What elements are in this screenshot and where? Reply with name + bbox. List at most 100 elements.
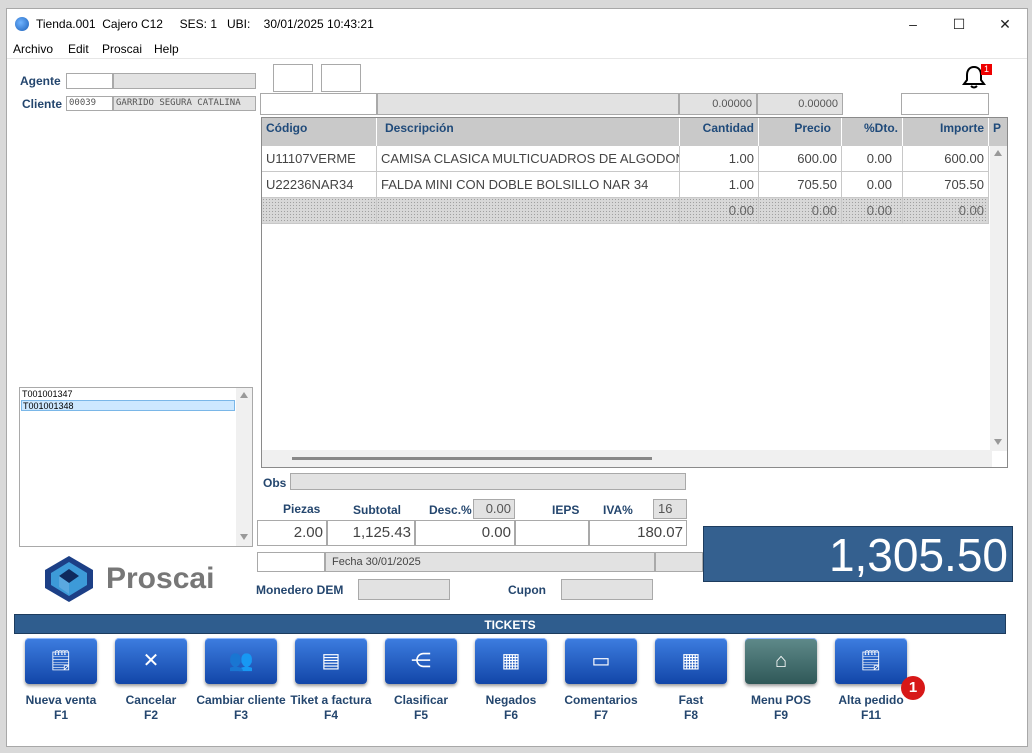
cancelar-button[interactable]: ✕ [115,638,187,684]
menu-proscai[interactable]: Proscai [102,42,142,56]
nueva-venta-button[interactable]: 🗒 [25,638,97,684]
desc-percent-field[interactable]: 0.00 [473,499,515,519]
col-descripcion[interactable]: Descripción [377,118,680,146]
cambiar-cliente-button[interactable]: 👥 [205,638,277,684]
list-item[interactable]: T001001347 [21,389,235,400]
grid-vertical-scrollbar[interactable] [990,146,1007,451]
table-cell[interactable]: 0.00 [842,198,903,224]
option-box-2[interactable] [321,64,361,92]
table-cell[interactable]: 705.50 [903,172,989,198]
col-codigo[interactable]: Código [262,118,377,146]
grid-horizontal-scrollbar[interactable] [262,450,992,467]
col-p[interactable]: P [989,118,1007,146]
list-item-selected[interactable]: T001001348 [21,400,235,411]
alta-pedido-button[interactable]: 🗒 [835,638,907,684]
fecha-prefix-field[interactable] [257,552,325,572]
menu-help[interactable]: Help [154,42,179,56]
subtotal-field: 1,125.43 [327,520,415,546]
table-cell[interactable]: 1.00 [680,146,759,172]
obs-label: Obs [263,476,287,490]
scroll-up-icon[interactable] [240,392,248,398]
title-bar: Tienda.001 Cajero C12 SES: 1 UBI: 30/01/… [7,9,1027,39]
col-precio[interactable]: Precio [759,118,842,146]
tickets-list[interactable]: T001001347 T001001348 [19,387,253,547]
iva-percent-field[interactable]: 16 [653,499,687,519]
ieps-label: IEPS [552,503,580,517]
option-box-1[interactable] [273,64,313,92]
monedero-field[interactable] [358,579,450,600]
col-importe[interactable]: Importe [903,118,989,146]
scroll-up-icon[interactable] [994,150,1002,156]
notification-bell[interactable]: 1 [961,64,993,92]
cliente-name-field: GARRIDO SEGURA CATALINA [113,96,256,111]
home-icon: ⌂ [774,650,788,672]
ieps-field [515,520,589,546]
header-field-1[interactable] [260,93,377,115]
app-icon [15,17,29,31]
table-cell[interactable]: 1.00 [680,172,759,198]
main-content: Agente Cliente 00039 GARRIDO SEGURA CATA… [7,60,1027,746]
fecha-field: Fecha 30/01/2025 [325,552,655,572]
maximize-button[interactable]: ☐ [937,13,981,35]
window-title: Tienda.001 Cajero C12 SES: 1 UBI: 30/01/… [36,17,374,31]
new-sale-icon: 🗒 [48,650,74,672]
table-cell[interactable]: 600.00 [759,146,842,172]
clasificar-label: Clasificar F5 [393,693,449,722]
minimize-button[interactable]: – [891,13,935,35]
scroll-down-icon[interactable] [240,534,248,540]
table-cell[interactable]: 705.50 [759,172,842,198]
menu-archivo[interactable]: Archivo [13,42,53,56]
new-order-icon: 🗒 [858,650,884,672]
col-cantidad[interactable]: Cantidad [680,118,759,146]
table-cell[interactable]: FALDA MINI CON DOBLE BOLSILLO NAR 34 [377,172,680,198]
iva-field: 180.07 [589,520,687,546]
table-cell[interactable]: 0.00 [903,198,989,224]
table-cell[interactable] [262,198,377,224]
cambiar-cliente-label: Cambiar cliente F3 [196,693,286,722]
cancel-icon: ✕ [142,650,160,672]
cliente-code-field[interactable]: 00039 [66,96,113,111]
table-cell[interactable]: 0.00 [680,198,759,224]
tiket-a-factura-button[interactable]: ▤ [295,638,367,684]
table-cell[interactable]: 600.00 [903,146,989,172]
list-scrollbar[interactable] [236,388,252,546]
scroll-down-icon[interactable] [994,439,1002,445]
menu-edit[interactable]: Edit [68,42,89,56]
brand-name: Proscai [106,562,215,595]
cliente-label: Cliente [22,97,63,111]
col-dto[interactable]: %Dto. [842,118,903,146]
items-grid[interactable]: Código Descripción Cantidad Precio %Dto.… [261,117,1008,468]
table-cell[interactable]: U22236NAR34 [262,172,377,198]
comentarios-button[interactable]: ▭ [565,638,637,684]
table-cell[interactable] [377,198,680,224]
table-cell[interactable]: CAMISA CLASICA MULTICUADROS DE ALGODON V… [377,146,680,172]
cupon-label: Cupon [508,583,546,597]
agente-code-field[interactable] [66,73,113,89]
table-cell[interactable]: 0.00 [842,172,903,198]
menu-pos-button[interactable]: ⌂ [745,638,817,684]
users-icon: 👥 [228,650,254,672]
negados-button[interactable]: ▦ [475,638,547,684]
scrollbar-thumb[interactable] [292,457,652,460]
menu-bar: Archivo Edit Proscai Help [7,39,1027,59]
negados-label: Negados F6 [485,693,537,722]
app-window: Tienda.001 Cajero C12 SES: 1 UBI: 30/01/… [6,8,1028,747]
list-grid-icon: ▦ [681,650,701,672]
menu-pos-label: Menu POS F9 [750,693,811,722]
tiket-a-factura-label: Tiket a factura F4 [290,693,372,722]
piezas-label: Piezas [283,502,321,516]
clasificar-button[interactable]: ⋲ [385,638,457,684]
grid-icon: ▦ [501,650,521,672]
monedero-label: Monedero DEM [256,583,344,597]
invoice-icon: ▤ [321,650,341,672]
header-field-2 [377,93,679,115]
fast-button[interactable]: ▦ [655,638,727,684]
table-cell[interactable]: U11107VERME [262,146,377,172]
table-cell[interactable]: 0.00 [759,198,842,224]
close-button[interactable]: ✕ [983,13,1027,35]
cupon-field[interactable] [561,579,653,600]
obs-field[interactable] [290,473,686,490]
header-field-3[interactable] [901,93,989,115]
table-cell[interactable]: 0.00 [842,146,903,172]
alta-pedido-label: Alta pedido F11 [838,693,904,722]
